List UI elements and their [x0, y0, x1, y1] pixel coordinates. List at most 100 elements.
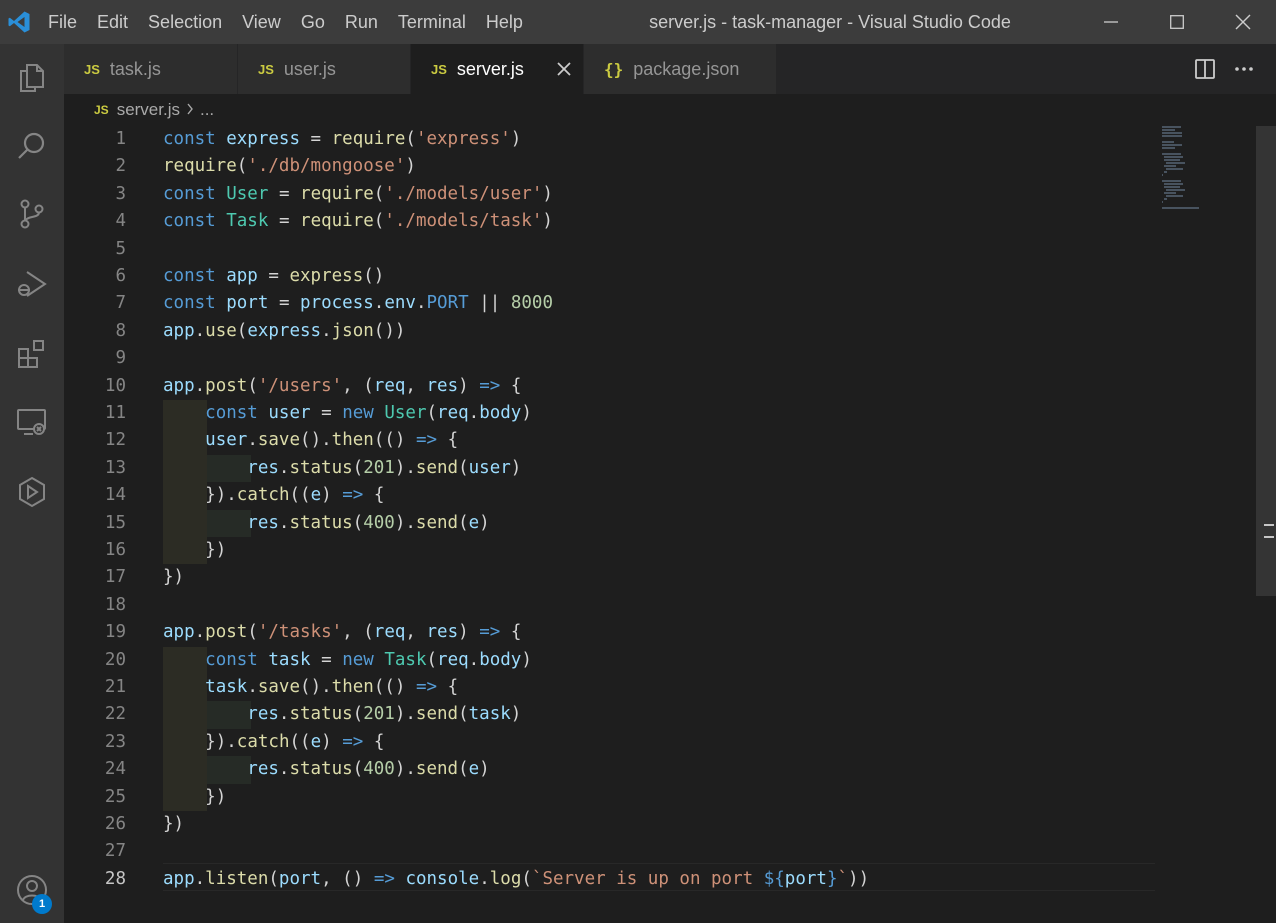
code-line[interactable]: app.post('/tasks', (req, res) => { — [163, 619, 521, 646]
minimap-line — [1162, 144, 1183, 146]
line-number: 6 — [115, 266, 126, 286]
minimap-line — [1162, 207, 1199, 209]
tab-user-js[interactable]: JS user.js — [238, 44, 411, 94]
code-line[interactable]: const User = require('./models/user') — [163, 181, 553, 208]
tab-task-js[interactable]: JS task.js — [64, 44, 238, 94]
code-line[interactable]: task.save().then(() => { — [163, 674, 458, 701]
window-controls — [1078, 0, 1276, 44]
code-line[interactable]: }) — [163, 537, 226, 564]
js-file-icon: JS — [431, 61, 447, 77]
docker-icon[interactable] — [0, 462, 64, 522]
minimap-line — [1164, 192, 1176, 194]
tab-package-json[interactable]: {} package.json — [584, 44, 777, 94]
line-number: 13 — [104, 457, 126, 478]
minimap-line — [1162, 132, 1183, 134]
tab-label: package.json — [633, 58, 740, 79]
code-line[interactable]: res.status(400).send(e) — [163, 510, 489, 537]
js-file-icon: JS — [258, 61, 274, 77]
code-line[interactable]: app.post('/users', (req, res) => { — [163, 373, 521, 400]
line-number: 10 — [104, 375, 126, 396]
menu-bar: File Edit Selection View Go Run Terminal Help — [38, 0, 533, 44]
line-number: 2 — [115, 156, 126, 177]
remote-explorer-icon[interactable] — [0, 392, 64, 452]
code-line[interactable]: const task = new Task(req.body) — [163, 647, 532, 674]
minimap-line — [1162, 126, 1181, 128]
code-line[interactable]: res.status(400).send(e) — [163, 756, 489, 783]
tab-label: user.js — [283, 58, 336, 79]
search-icon[interactable] — [0, 116, 64, 176]
tab-label: server.js — [456, 58, 524, 79]
minimap-line — [1162, 135, 1183, 137]
menu-item-file[interactable]: File — [38, 0, 87, 44]
minimap-line — [1164, 159, 1180, 161]
line-number: 3 — [115, 183, 126, 204]
minimap-line — [1162, 141, 1174, 143]
split-editor-icon[interactable] — [1194, 58, 1216, 80]
minimap-line — [1164, 156, 1184, 158]
line-number: 24 — [104, 759, 126, 780]
line-number: 15 — [104, 512, 126, 533]
more-actions-icon[interactable] — [1234, 59, 1254, 79]
line-number: 19 — [104, 622, 126, 643]
code-line[interactable]: }) — [163, 811, 184, 838]
code-line[interactable]: }) — [163, 784, 226, 811]
menu-item-edit[interactable]: Edit — [87, 0, 138, 44]
minimap-line — [1162, 129, 1176, 131]
minimap-line — [1164, 165, 1176, 167]
close-window-button[interactable] — [1210, 0, 1276, 44]
menu-item-help[interactable]: Help — [476, 0, 533, 44]
minimap[interactable] — [1162, 126, 1256, 209]
line-number: 7 — [115, 293, 126, 314]
code-line[interactable]: const Task = require('./models/task') — [163, 208, 553, 235]
code-line[interactable]: res.status(201).send(user) — [163, 455, 521, 482]
line-number: 11 — [104, 403, 126, 423]
code-line[interactable]: const user = new User(req.body) — [163, 400, 532, 427]
extensions-icon[interactable] — [0, 324, 64, 384]
code-line[interactable]: res.status(201).send(task) — [163, 701, 521, 728]
line-number: 1 — [115, 129, 126, 149]
accounts-icon[interactable]: 1 — [0, 860, 64, 920]
code-line[interactable]: require('./db/mongoose') — [163, 153, 416, 180]
tab-bar: JS task.js JS user.js JS server.js {} pa… — [64, 44, 1276, 94]
tab-server-js[interactable]: JS server.js — [411, 44, 584, 94]
code-line[interactable]: app.listen(port, () => console.log(`Serv… — [163, 866, 869, 893]
close-tab-icon[interactable] — [557, 59, 571, 82]
code-line[interactable]: }).catch((e) => { — [163, 729, 384, 756]
code-line[interactable]: const express = require('express') — [163, 126, 521, 153]
line-number: 25 — [104, 786, 126, 807]
code-line[interactable]: user.save().then(() => { — [163, 427, 458, 454]
maximize-icon — [1170, 15, 1184, 29]
minimize-button[interactable] — [1078, 0, 1144, 44]
tab-label: task.js — [109, 58, 161, 79]
code-line[interactable]: }) — [163, 564, 184, 591]
maximize-button[interactable] — [1144, 0, 1210, 44]
line-number: 8 — [115, 320, 126, 341]
code-line[interactable]: const app = express() — [163, 263, 384, 290]
menu-item-terminal[interactable]: Terminal — [388, 0, 476, 44]
minimap-line — [1164, 171, 1168, 173]
line-number: 4 — [115, 211, 126, 232]
breadcrumb-file[interactable]: server.js — [117, 100, 180, 120]
menu-item-view[interactable]: View — [232, 0, 291, 44]
code-line[interactable]: const port = process.env.PORT || 8000 — [163, 290, 553, 317]
minimap-line — [1164, 183, 1184, 185]
menu-item-run[interactable]: Run — [335, 0, 388, 44]
breadcrumb-symbols[interactable]: ... — [200, 100, 214, 120]
code-editor[interactable]: 1 2 3 4 5 6 7 8 9 10 11 12 13 14 15 16 17 18 19 20 21 22 23 24 2… — [64, 126, 1276, 923]
code-line[interactable]: }).catch((e) => { — [163, 482, 384, 509]
menu-item-go[interactable]: Go — [291, 0, 335, 44]
line-number: 23 — [104, 731, 126, 752]
explorer-icon[interactable] — [0, 48, 64, 108]
source-control-icon[interactable] — [0, 184, 64, 244]
vscode-logo-icon[interactable] — [0, 0, 38, 44]
minimap-line — [1166, 162, 1186, 164]
accounts-badge: 1 — [32, 894, 52, 914]
scrollbar-position-marker — [1264, 524, 1274, 538]
minimap-line — [1162, 174, 1164, 176]
minimize-icon — [1104, 21, 1118, 23]
minimap-line — [1162, 180, 1181, 182]
menu-item-selection[interactable]: Selection — [138, 0, 232, 44]
line-number: 26 — [104, 814, 126, 834]
run-debug-icon[interactable] — [0, 254, 64, 314]
code-line[interactable]: app.use(express.json()) — [163, 318, 405, 345]
